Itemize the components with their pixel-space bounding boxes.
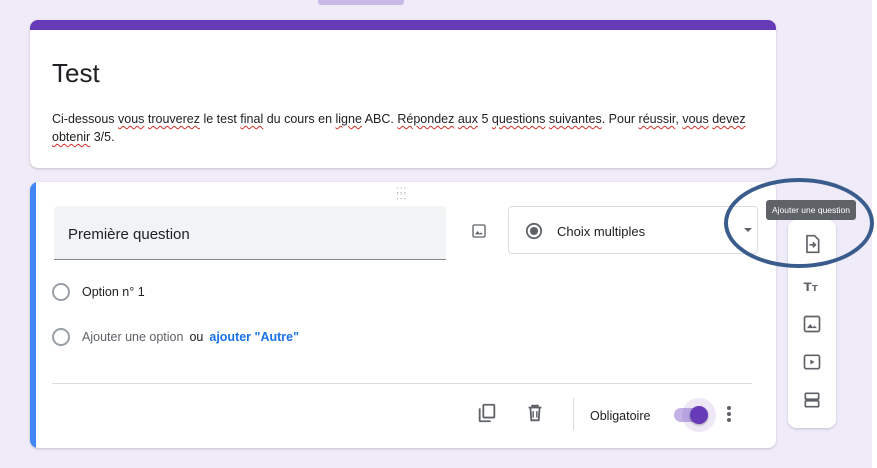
form-title[interactable]: Test xyxy=(52,58,100,89)
svg-text:T: T xyxy=(804,280,812,294)
required-toggle[interactable] xyxy=(670,398,716,432)
option-label[interactable]: Option n° 1 xyxy=(82,285,145,299)
svg-text:T: T xyxy=(812,283,818,293)
right-edge xyxy=(872,0,877,468)
footer-divider xyxy=(52,383,752,384)
add-option-link[interactable]: Ajouter une option xyxy=(82,330,183,344)
footer-separator xyxy=(573,398,574,430)
add-section-icon[interactable] xyxy=(802,390,822,410)
question-title-text: Première question xyxy=(68,226,190,243)
header-accent-bar xyxy=(30,20,776,30)
radio-checked-icon xyxy=(525,222,543,240)
active-card-indicator xyxy=(30,182,36,448)
add-image-icon[interactable] xyxy=(468,220,490,242)
form-header-card: Test Ci-dessous vous trouverez le test f… xyxy=(30,20,776,168)
delete-icon[interactable] xyxy=(524,402,546,424)
option-row[interactable]: Option n° 1 xyxy=(52,282,145,302)
duplicate-icon[interactable] xyxy=(476,402,498,424)
add-video-icon[interactable] xyxy=(802,352,822,372)
radio-unchecked-icon xyxy=(52,328,70,346)
question-card[interactable]: :::::: Première question Choix multiples… xyxy=(30,182,776,448)
form-description[interactable]: Ci-dessous vous trouverez le test final … xyxy=(52,110,762,146)
add-other-link[interactable]: ajouter "Autre" xyxy=(209,330,299,344)
add-image-icon[interactable] xyxy=(802,314,822,334)
question-type-select[interactable]: Choix multiples xyxy=(508,206,758,254)
add-title-icon[interactable]: T T xyxy=(802,276,822,296)
annotation-ellipse xyxy=(724,178,874,268)
question-type-label: Choix multiples xyxy=(557,224,646,239)
add-option-row: Ajouter une option ou ajouter "Autre" xyxy=(52,327,299,347)
question-title-input[interactable]: Première question xyxy=(54,206,446,260)
radio-unchecked-icon xyxy=(52,283,70,301)
more-vert-icon[interactable] xyxy=(724,404,734,424)
toggle-knob xyxy=(690,406,708,424)
top-tab-indicator xyxy=(318,0,404,5)
or-label: ou xyxy=(189,330,204,344)
drag-handle-icon[interactable]: :::::: xyxy=(396,186,407,202)
required-label: Obligatoire xyxy=(590,409,651,423)
